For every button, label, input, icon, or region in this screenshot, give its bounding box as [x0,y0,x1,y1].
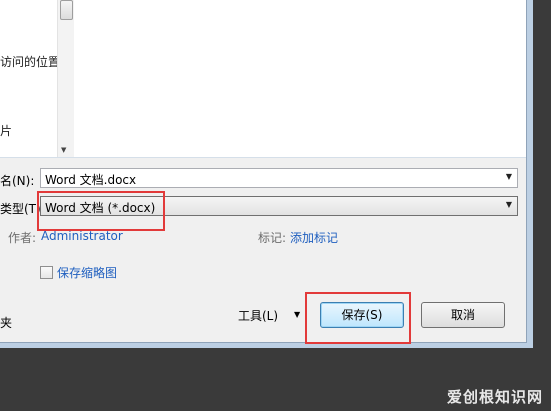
filename-value: Word 文档.docx [45,173,137,187]
save-thumbnail-label[interactable]: 保存缩略图 [57,264,117,281]
scroll-down-arrow-icon[interactable]: ▼ [61,146,66,154]
file-list-area[interactable] [74,0,526,157]
save-thumbnail-checkbox[interactable] [40,266,53,279]
nav-item-pictures[interactable]: 片 [0,122,12,139]
chevron-down-icon[interactable]: ▼ [506,172,512,181]
save-highlight-box [305,292,411,344]
hide-folders-label[interactable]: 夹 [0,314,12,331]
cancel-button[interactable]: 取消 [421,302,505,328]
filename-input[interactable]: Word 文档.docx ▼ [40,168,518,188]
nav-item-recent-places[interactable]: 访问的位置 [0,53,57,70]
tools-chevron-down-icon[interactable]: ▼ [294,310,300,319]
author-value[interactable]: Administrator [41,229,123,243]
watermark: 爱创根知识网 [446,388,543,406]
save-as-dialog: 访问的位置 片 ▼ 名(N): Word 文档.docx ▼ 类型(T): Wo… [0,0,527,343]
save-thumbnail-option[interactable]: 保存缩略图 [40,264,117,281]
scrollbar-thumb[interactable] [60,0,73,20]
author-label: 作者: [8,231,37,245]
filetype-highlight-box [37,191,165,231]
navigation-scrollbar[interactable]: ▼ [57,0,74,157]
chevron-down-icon[interactable]: ▼ [506,200,512,209]
navigation-pane: 访问的位置 片 [0,0,58,157]
tags-label: 标记: [258,231,287,245]
filename-label: 名(N): [0,174,35,188]
tools-button[interactable]: 工具(L) [238,307,278,324]
file-browser: 访问的位置 片 ▼ [0,0,526,158]
tags-value[interactable]: 添加标记 [290,229,338,246]
